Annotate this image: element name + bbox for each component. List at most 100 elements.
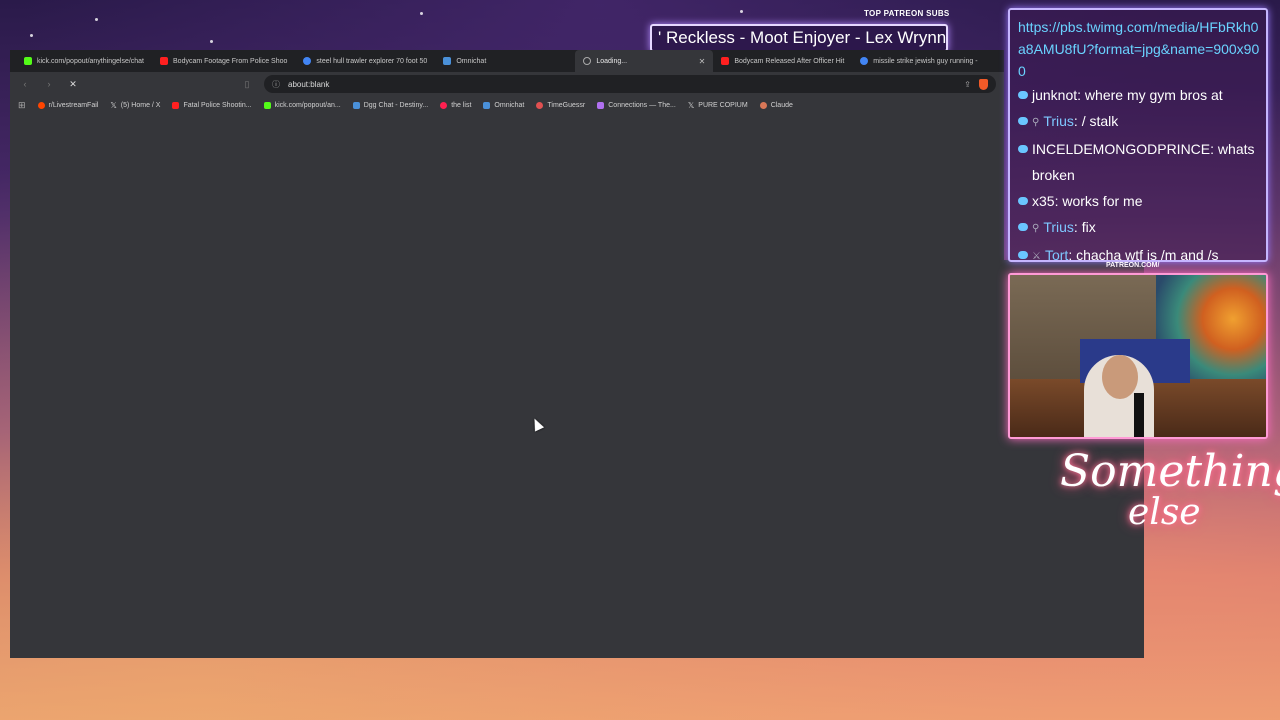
youtube-icon bbox=[721, 57, 730, 65]
bookmark-connections[interactable]: Connections — The... bbox=[597, 101, 676, 109]
youtube-icon bbox=[172, 101, 180, 109]
patreon-label: TOP PATREON SUBS bbox=[864, 9, 950, 18]
timeguessr-icon bbox=[536, 101, 544, 109]
bookmark-the-list[interactable]: the list bbox=[440, 101, 472, 109]
tab-bodycam-released[interactable]: Bodycam Released After Officer Hit bbox=[713, 50, 852, 72]
chat-message: ⚲ Trius: / stalk bbox=[1018, 108, 1260, 136]
chat-text: : where my gym bros at bbox=[1077, 87, 1223, 103]
chat-username: INCELDEMONGODPRINCE bbox=[1032, 141, 1211, 157]
chat-username: x35 bbox=[1032, 193, 1055, 209]
toolbar: ‹ › ✕ ▯ ⓘ about:blank ⇪ bbox=[10, 72, 1004, 96]
star bbox=[210, 40, 213, 43]
bookmark-label: Dgg Chat - Destiny... bbox=[363, 101, 429, 109]
kick-icon bbox=[263, 101, 271, 109]
bookmarks-bar: ⊞ r/LivestreamFail 𝕏 (5) Home / X Fatal P… bbox=[10, 96, 1004, 114]
chat-badge-icon bbox=[1018, 197, 1028, 205]
webcam-feed bbox=[1008, 273, 1268, 439]
tab-label: steel hull trawler explorer 70 foot 50 bbox=[316, 57, 428, 65]
chat-text: : / stalk bbox=[1073, 113, 1119, 129]
chat-badge-icon bbox=[1018, 117, 1028, 125]
connections-icon bbox=[597, 101, 605, 109]
chat-message: INCELDEMONGODPRINCE: whats broken bbox=[1018, 136, 1260, 188]
tab-missile[interactable]: missile strike jewish guy running - bbox=[852, 50, 985, 72]
tab-label: missile strike jewish guy running - bbox=[873, 57, 978, 65]
chat-text: : fix bbox=[1073, 219, 1096, 235]
tab-bar: kick.com/popout/anythingelse/chat Bodyca… bbox=[10, 50, 1004, 72]
x-icon: 𝕏 bbox=[110, 100, 117, 110]
neon-logo: Something else bbox=[1058, 440, 1280, 550]
neon-line-2: else bbox=[1128, 492, 1201, 533]
bookmark-kick-popout[interactable]: kick.com/popout/an... bbox=[263, 101, 341, 109]
address-bar[interactable]: ⓘ about:blank ⇪ bbox=[264, 75, 996, 93]
chat-badge-icon bbox=[1018, 145, 1028, 153]
bookmark-claude[interactable]: Claude bbox=[759, 101, 793, 109]
brave-shield-icon[interactable] bbox=[979, 78, 988, 90]
chat-overlay: https://pbs.twimg.com/media/HFbRkh0a8AMU… bbox=[1008, 8, 1268, 262]
bookmark-label: the list bbox=[451, 101, 472, 109]
tab-label: Omnichat bbox=[456, 57, 487, 65]
bookmark-label: kick.com/popout/an... bbox=[274, 101, 341, 109]
bookmark-icon[interactable]: ▯ bbox=[240, 79, 254, 90]
google-icon bbox=[860, 57, 869, 65]
chat-text: : works for me bbox=[1054, 193, 1143, 209]
bookmark-pure-copium[interactable]: 𝕏 PURE COPIUM bbox=[688, 101, 748, 110]
tab-omnichat[interactable]: Omnichat bbox=[435, 50, 575, 72]
x-icon: 𝕏 bbox=[687, 100, 695, 110]
tab-label: kick.com/popout/anythingelse/chat bbox=[37, 57, 145, 65]
apps-grid-icon[interactable]: ⊞ bbox=[18, 100, 26, 111]
bookmark-livestreamfail[interactable]: r/LivestreamFail bbox=[37, 101, 99, 109]
chat-message: ⚔ Tort: chacha wtf is /m and /s bbox=[1018, 242, 1260, 262]
bookmark-label: r/LivestreamFail bbox=[48, 101, 99, 109]
tab-trawler[interactable]: steel hull trawler explorer 70 foot 50 bbox=[295, 50, 435, 72]
bookmark-timeguessr[interactable]: TimeGuessr bbox=[536, 101, 586, 109]
forward-icon[interactable]: › bbox=[42, 79, 56, 89]
google-icon bbox=[303, 57, 312, 65]
star bbox=[95, 18, 98, 21]
share-icon[interactable]: ⇪ bbox=[964, 80, 971, 89]
tab-bodycam[interactable]: Bodycam Footage From Police Shoo bbox=[152, 50, 295, 72]
bookmark-label: (5) Home / X bbox=[120, 101, 161, 109]
page-content-blank[interactable] bbox=[10, 114, 1004, 658]
tab-label: Bodycam Footage From Police Shoo bbox=[173, 57, 288, 65]
claude-icon bbox=[759, 101, 767, 109]
chat-username: Tort bbox=[1044, 247, 1069, 262]
bookmark-label: Fatal Police Shootin... bbox=[183, 101, 252, 109]
bookmark-label: PURE COPIUM bbox=[698, 101, 748, 109]
bookmark-omnichat[interactable]: Omnichat bbox=[483, 101, 524, 109]
chat-url-message: https://pbs.twimg.com/media/HFbRkh0a8AMU… bbox=[1018, 19, 1260, 79]
bookmark-label: TimeGuessr bbox=[547, 101, 586, 109]
bookmark-x-home[interactable]: 𝕏 (5) Home / X bbox=[110, 101, 160, 110]
youtube-icon bbox=[160, 57, 169, 65]
chat-message: ⚲ Trius: fix bbox=[1018, 214, 1260, 242]
omnichat-icon bbox=[483, 101, 491, 109]
chat-username: Trius bbox=[1043, 113, 1074, 129]
chat-message: x35: works for me bbox=[1018, 188, 1260, 214]
star bbox=[30, 34, 33, 37]
microphone bbox=[1134, 393, 1144, 437]
stop-loading-icon[interactable]: ✕ bbox=[66, 79, 80, 90]
reddit-icon bbox=[37, 101, 45, 109]
tab-loading[interactable]: Loading... ✕ bbox=[575, 50, 714, 72]
chat-text: : chacha wtf is /m and /s bbox=[1068, 247, 1219, 262]
bookmark-label: Connections — The... bbox=[608, 101, 676, 109]
chat-username: Trius bbox=[1043, 219, 1074, 235]
sword-icon: ⚔ bbox=[1032, 251, 1041, 262]
kick-icon bbox=[24, 57, 32, 65]
back-icon[interactable]: ‹ bbox=[18, 79, 32, 89]
neon-line-1: Something bbox=[1060, 446, 1280, 497]
chat-badge-icon bbox=[1018, 251, 1028, 259]
chat-username: junknot bbox=[1032, 87, 1078, 103]
chat-message: junknot: where my gym bros at bbox=[1018, 82, 1260, 108]
bookmark-dgg-chat[interactable]: Dgg Chat - Destiny... bbox=[352, 101, 429, 109]
cam-patreon-label: PATREON.COM/ bbox=[1106, 262, 1160, 269]
tab-kick-chat[interactable]: kick.com/popout/anythingelse/chat bbox=[16, 50, 152, 72]
browser-window: kick.com/popout/anythingelse/chat Bodyca… bbox=[10, 50, 1004, 658]
close-icon[interactable]: ✕ bbox=[699, 57, 706, 66]
bookmark-fatal-police[interactable]: Fatal Police Shootin... bbox=[172, 101, 252, 109]
info-icon[interactable]: ⓘ bbox=[272, 79, 280, 90]
tab-label: Bodycam Released After Officer Hit bbox=[734, 57, 845, 65]
address-text: about:blank bbox=[288, 79, 330, 89]
patreon-subs-box: ' Reckless - Moot Enjoyer - Lex Wrynn bbox=[650, 24, 948, 52]
chat-badge-icon bbox=[1018, 91, 1028, 99]
wrench-icon: ⚲ bbox=[1032, 223, 1040, 234]
